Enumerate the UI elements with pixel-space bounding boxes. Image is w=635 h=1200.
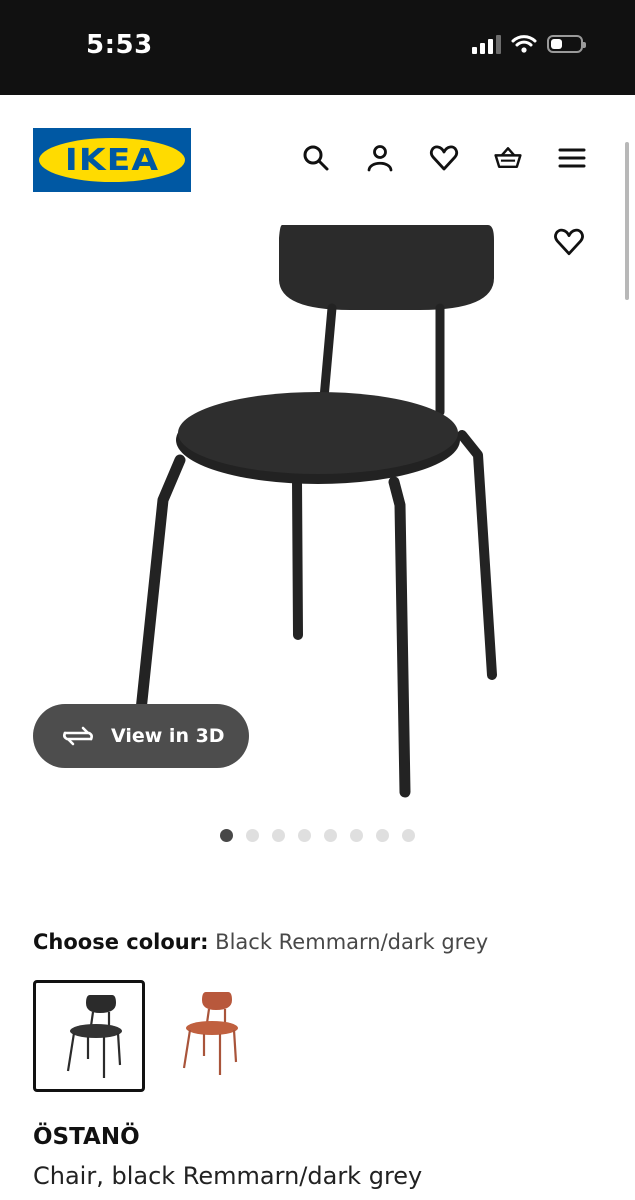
- status-time: 5:53: [86, 30, 153, 60]
- wifi-icon: [511, 35, 537, 53]
- user-icon[interactable]: [365, 143, 395, 173]
- carousel-dot[interactable]: [272, 829, 285, 842]
- choose-colour: Choose colour: Black Remmarn/dark grey: [33, 930, 488, 954]
- carousel-dot[interactable]: [298, 829, 311, 842]
- favourite-heart-icon[interactable]: [553, 226, 585, 258]
- carousel-dot[interactable]: [246, 829, 259, 842]
- heart-icon[interactable]: [429, 143, 459, 173]
- menu-icon[interactable]: [557, 143, 587, 173]
- status-bar: 5:53: [0, 0, 635, 95]
- image-carousel-dots: [220, 829, 415, 842]
- search-icon[interactable]: [301, 143, 331, 173]
- carousel-dot[interactable]: [402, 829, 415, 842]
- view-in-3d-button[interactable]: View in 3D: [33, 704, 249, 768]
- colour-option-red[interactable]: [152, 980, 264, 1092]
- product-name: ÖSTANÖ: [33, 1124, 140, 1150]
- cellular-signal-icon: [472, 34, 501, 54]
- header-actions: [301, 143, 587, 173]
- carousel-dot[interactable]: [324, 829, 337, 842]
- choose-colour-label: Choose colour:: [33, 930, 209, 954]
- site-header: IKEA: [0, 95, 635, 215]
- colour-option-black[interactable]: [33, 980, 145, 1092]
- ikea-logo[interactable]: IKEA: [33, 128, 191, 192]
- rotate-3d-icon: [63, 726, 93, 746]
- view-in-3d-label: View in 3D: [111, 725, 225, 747]
- carousel-dot[interactable]: [220, 829, 233, 842]
- basket-icon[interactable]: [493, 143, 523, 173]
- selected-colour-value: Black Remmarn/dark grey: [215, 930, 489, 954]
- logo-text: IKEA: [64, 142, 160, 178]
- product-description: Chair, black Remmarn/dark grey: [33, 1162, 423, 1190]
- black-chair-thumbnail: [66, 995, 122, 1078]
- carousel-dot[interactable]: [376, 829, 389, 842]
- red-chair-thumbnail: [182, 992, 238, 1075]
- battery-icon: [547, 35, 586, 53]
- status-icons: [472, 34, 586, 54]
- carousel-dot[interactable]: [350, 829, 363, 842]
